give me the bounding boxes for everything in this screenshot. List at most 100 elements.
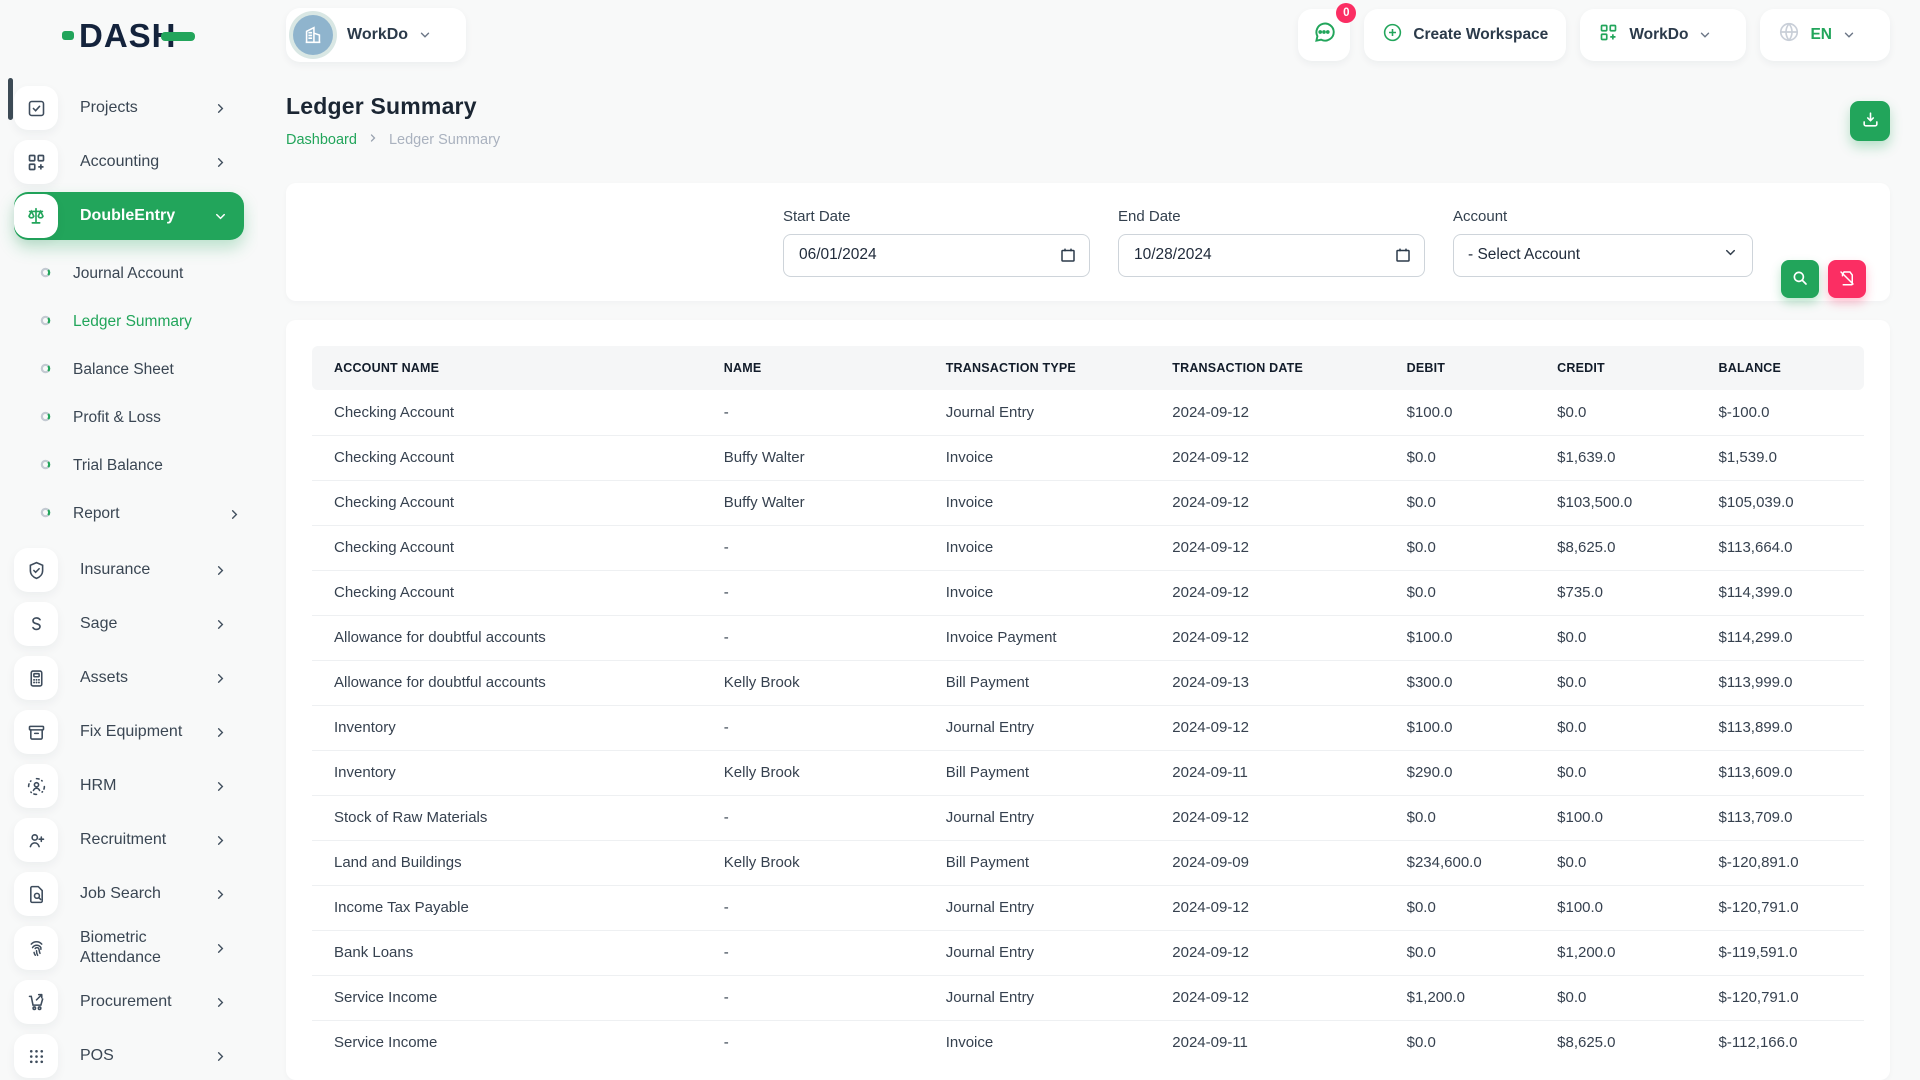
sidebar-item-sage[interactable]: Sage	[14, 600, 244, 648]
breadcrumb-dashboard-link[interactable]: Dashboard	[286, 132, 357, 148]
table-cell: Stock of Raw Materials	[312, 795, 708, 840]
chevron-right-icon	[213, 101, 228, 116]
workdo-menu-button[interactable]: WorkDo	[1580, 9, 1746, 61]
table-cell: Bill Payment	[930, 840, 1157, 885]
table-cell: Invoice Payment	[930, 615, 1157, 660]
sidebar-menu: Projects Accounting DoubleEntry Journal Acc…	[0, 70, 258, 1080]
start-date-input[interactable]	[783, 234, 1090, 277]
workdo-menu-label: WorkDo	[1629, 26, 1688, 44]
sidebar-item-insurance[interactable]: Insurance	[14, 546, 244, 594]
table-cell: $105,039.0	[1703, 480, 1864, 525]
sidebar-subitem-ledger-summary[interactable]: Ledger Summary	[14, 298, 258, 346]
chevron-right-icon	[213, 671, 228, 686]
content: Ledger Summary Dashboard Ledger Summary	[258, 69, 1920, 1080]
chevron-right-icon	[213, 995, 228, 1010]
account-label: Account	[1453, 208, 1753, 225]
table-cell: 2024-09-12	[1156, 930, 1390, 975]
sidebar-item-projects[interactable]: Projects	[14, 84, 244, 132]
pos-icon	[14, 1034, 58, 1078]
account-select[interactable]: - Select Account	[1453, 234, 1753, 277]
table-cell: Invoice	[930, 525, 1157, 570]
table-cell: $-120,791.0	[1703, 975, 1864, 1020]
table-cell: 2024-09-12	[1156, 975, 1390, 1020]
table-cell: 2024-09-12	[1156, 885, 1390, 930]
sidebar-subitem-label: Profit & Loss	[73, 409, 161, 427]
sidebar-item-pos[interactable]: POS	[14, 1032, 244, 1080]
fix-equipment-icon	[14, 710, 58, 754]
sidebar-item-biometric-attendance[interactable]: Biometric Attendance	[14, 924, 244, 972]
chevron-down-icon	[213, 209, 228, 224]
sidebar-item-doubleentry[interactable]: DoubleEntry	[14, 192, 244, 240]
table-cell: 2024-09-12	[1156, 525, 1390, 570]
sidebar-subitem-profit-loss[interactable]: Profit & Loss	[14, 394, 258, 442]
page-title: Ledger Summary	[286, 93, 500, 120]
sidebar-subitem-balance-sheet[interactable]: Balance Sheet	[14, 346, 258, 394]
sidebar-item-procurement[interactable]: Procurement	[14, 978, 244, 1026]
sidebar-item-assets[interactable]: Assets	[14, 654, 244, 702]
insurance-icon	[14, 548, 58, 592]
sidebar-item-label: Accounting	[80, 152, 213, 172]
table-cell: Checking Account	[312, 435, 708, 480]
search-button[interactable]	[1781, 260, 1819, 298]
table-cell: Buffy Walter	[708, 480, 930, 525]
table-cell: -	[708, 885, 930, 930]
workspace-selector[interactable]: WorkDo	[286, 8, 466, 62]
sage-icon	[14, 602, 58, 646]
table-cell: 2024-09-12	[1156, 795, 1390, 840]
column-header-name: NAME	[708, 346, 930, 390]
table-cell: Service Income	[312, 975, 708, 1020]
chevron-down-icon	[418, 28, 432, 42]
sidebar-subitem-journal-account[interactable]: Journal Account	[14, 250, 258, 298]
table-cell: Bill Payment	[930, 660, 1157, 705]
table-cell: $113,609.0	[1703, 750, 1864, 795]
sidebar-subitem-label: Ledger Summary	[73, 313, 192, 331]
filter-card: Start Date End Date	[286, 183, 1890, 301]
sidebar-item-accounting[interactable]: Accounting	[14, 138, 244, 186]
reset-filter-button[interactable]	[1828, 260, 1866, 298]
table-cell: $1,200.0	[1391, 975, 1542, 1020]
sidebar-item-hrm[interactable]: HRM	[14, 762, 244, 810]
language-selector[interactable]: EN	[1760, 9, 1890, 61]
table-cell: Kelly Brook	[708, 750, 930, 795]
table-cell: $100.0	[1541, 795, 1702, 840]
table-row: Checking AccountBuffy WalterInvoice2024-…	[312, 480, 1864, 525]
sidebar-item-job-search[interactable]: Job Search	[14, 870, 244, 918]
table-row: Allowance for doubtful accountsKelly Bro…	[312, 660, 1864, 705]
table-row: InventoryKelly BrookBill Payment2024-09-…	[312, 750, 1864, 795]
table-cell: $735.0	[1541, 570, 1702, 615]
sidebar-subitem-report[interactable]: Report	[14, 490, 258, 538]
sidebar-item-recruitment[interactable]: Recruitment	[14, 816, 244, 864]
job-search-icon	[14, 872, 58, 916]
logo: DASH	[0, 0, 258, 70]
account-group: Account - Select Account	[1453, 208, 1753, 277]
table-cell: 2024-09-11	[1156, 750, 1390, 795]
messages-button[interactable]: 0	[1298, 9, 1350, 61]
column-header-account-name: ACCOUNT NAME	[312, 346, 708, 390]
table-cell: Invoice	[930, 1020, 1157, 1065]
breadcrumb: Dashboard Ledger Summary	[286, 132, 500, 148]
end-date-input[interactable]	[1118, 234, 1425, 277]
table-cell: $234,600.0	[1391, 840, 1542, 885]
sidebar-subitem-trial-balance[interactable]: Trial Balance	[14, 442, 258, 490]
table-cell: Journal Entry	[930, 705, 1157, 750]
table-cell: Invoice	[930, 570, 1157, 615]
column-header-transaction-type: TRANSACTION TYPE	[930, 346, 1157, 390]
topbar-actions: 0 Create Workspace WorkDo	[1298, 9, 1890, 61]
table-cell: 2024-09-12	[1156, 480, 1390, 525]
download-button[interactable]	[1850, 101, 1890, 141]
table-cell: $-119,591.0	[1703, 930, 1864, 975]
table-cell: Checking Account	[312, 525, 708, 570]
sidebar: DASH Projects Accounting DoubleEntry Journa…	[0, 0, 258, 1080]
table-cell: $113,899.0	[1703, 705, 1864, 750]
clear-filter-icon	[1838, 269, 1856, 290]
procurement-icon	[14, 980, 58, 1024]
sidebar-item-fix-equipment[interactable]: Fix Equipment	[14, 708, 244, 756]
chat-bubble-icon	[1311, 19, 1337, 50]
sidebar-scrollbar-thumb[interactable]	[8, 78, 13, 120]
table-cell: -	[708, 570, 930, 615]
create-workspace-button[interactable]: Create Workspace	[1364, 9, 1566, 61]
table-cell: -	[708, 615, 930, 660]
sidebar-subitem-label: Trial Balance	[73, 457, 163, 475]
table-cell: Allowance for doubtful accounts	[312, 615, 708, 660]
sidebar-item-label: DoubleEntry	[80, 206, 213, 226]
